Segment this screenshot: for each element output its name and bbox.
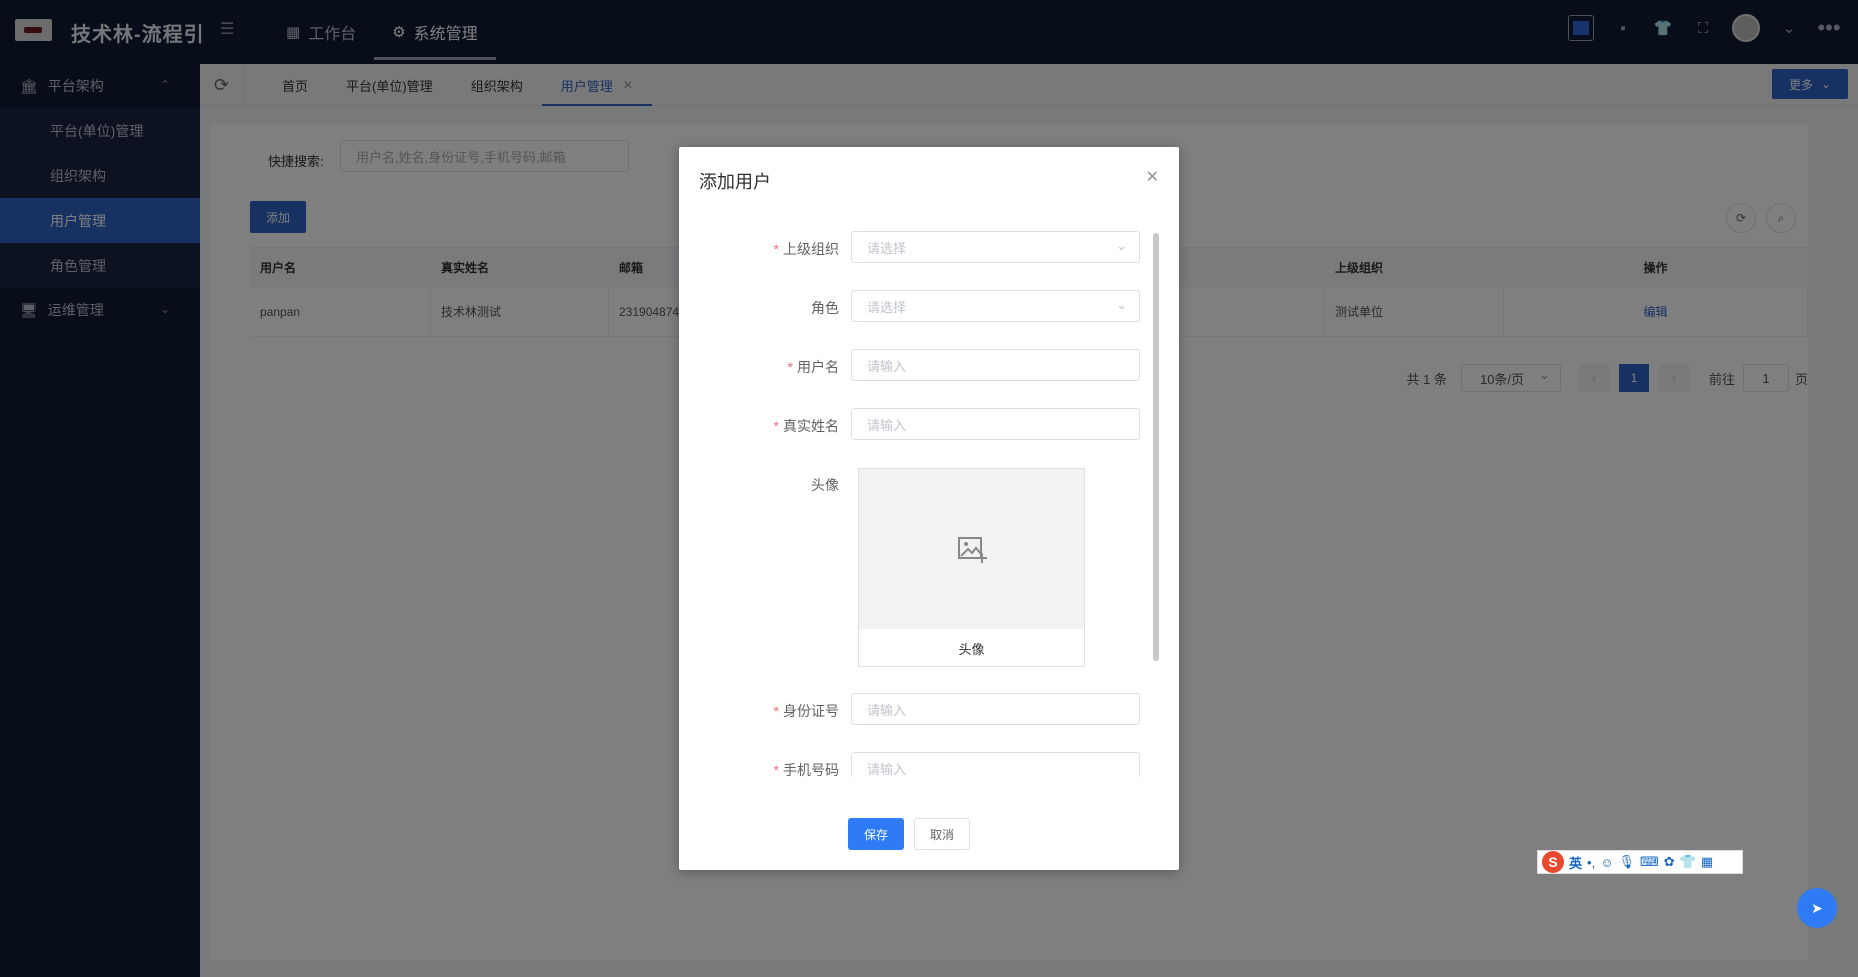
field-label: * 上级组织 [773,241,839,257]
close-icon[interactable]: ✕ [1146,167,1159,187]
field-role: 角色 请选择 ⌄ [679,290,1179,324]
field-phone: * 手机号码 请输入 [679,752,1179,777]
placeholder: 请选择 [867,240,907,256]
username-input[interactable]: 请输入 [851,349,1140,381]
chevron-down-icon: ⌄ [1116,238,1127,253]
chevron-down-icon: ⌄ [1116,297,1127,312]
field-label: * 用户名 [787,359,839,375]
field-label-text: 真实姓名 [783,418,839,434]
microphone-icon[interactable]: 🎙 [1618,854,1635,870]
field-label-text: 身份证号 [783,703,839,719]
emoji-icon[interactable]: ☺ [1600,855,1613,870]
keyboard-icon[interactable]: ⌨ [1640,854,1659,870]
realname-input[interactable]: 请输入 [851,408,1140,440]
field-realname: * 真实姓名 请输入 [679,408,1179,442]
avatar-upload[interactable]: 头像 [858,468,1085,667]
field-parent-org: * 上级组织 请选择 ⌄ [679,231,1179,265]
phone-input[interactable]: 请输入 [851,752,1140,777]
save-button[interactable]: 保存 [848,818,904,850]
field-label: * 身份证号 [773,703,839,719]
skin-icon[interactable]: 👕 [1680,854,1696,870]
dialog-footer: 保存 取消 [679,818,1179,850]
role-select[interactable]: 请选择 ⌄ [851,290,1140,322]
sogou-logo-icon[interactable]: S [1542,851,1564,873]
field-label: 头像 [811,475,839,495]
field-label-text: 角色 [811,300,839,316]
ime-toolbar: S 英 •, ☺ 🎙 ⌨ ✿ 👕 ▦ [1537,850,1743,874]
field-username: * 用户名 请输入 [679,349,1179,383]
field-label-text: 头像 [811,477,839,493]
cancel-button[interactable]: 取消 [914,818,970,850]
grid-icon[interactable]: ▦ [1701,854,1713,870]
field-label-text: 手机号码 [783,762,839,777]
field-label: * 手机号码 [773,762,839,777]
placeholder: 请选择 [867,299,907,315]
field-label-text: 上级组织 [783,241,839,257]
field-id-number: * 身份证号 请输入 [679,693,1179,727]
dialog-body: * 上级组织 请选择 ⌄ 角色 请选择 ⌄ * 用户名 请输入 * 真实姓名 请输入 … [679,231,1179,777]
upload-caption: 头像 [958,641,985,657]
add-user-dialog: 添加用户 ✕ * 上级组织 请选择 ⌄ 角色 请选择 ⌄ * 用户名 请输入 * 真实… [679,147,1179,870]
ime-lang[interactable]: 英 [1569,853,1582,872]
field-label: * 真实姓名 [773,418,839,434]
dialog-title: 添加用户 [699,172,771,192]
id-number-input[interactable]: 请输入 [851,693,1140,725]
add-image-icon [957,537,987,563]
field-label: 角色 [811,298,839,318]
field-label-text: 用户名 [797,359,839,375]
send-icon[interactable]: ➤ [1797,888,1837,928]
tools-icon[interactable]: ✿ [1664,854,1675,870]
punctuation-icon[interactable]: •, [1587,855,1595,870]
upload-area [859,469,1084,629]
parent-org-select[interactable]: 请选择 ⌄ [851,231,1140,263]
